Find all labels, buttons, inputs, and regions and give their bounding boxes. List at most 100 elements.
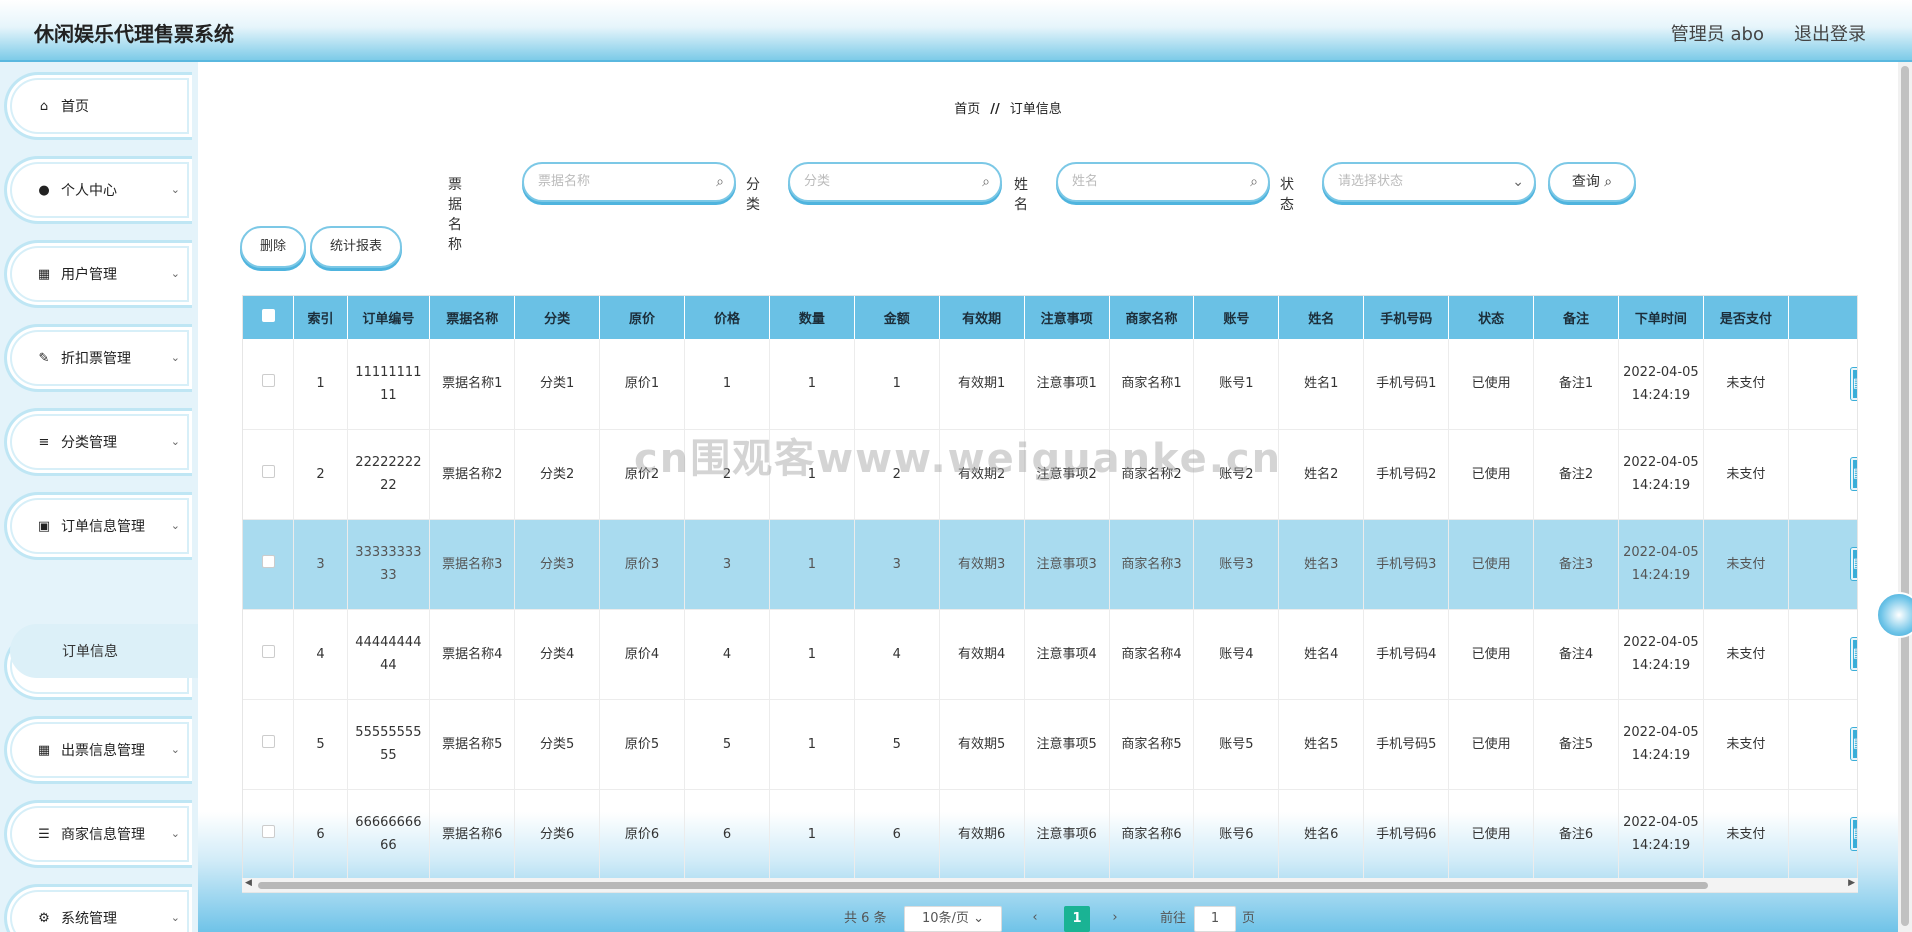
logout-link[interactable]: 退出登录	[1794, 20, 1866, 46]
select-all-checkbox[interactable]	[243, 296, 295, 339]
search-icon: ⌕	[1250, 174, 1258, 190]
search-icon: ⌕	[1604, 174, 1613, 190]
ticket-name-label: 票据名称	[448, 177, 462, 253]
row-checkbox[interactable]	[261, 644, 275, 658]
cell-status: 已使用	[1448, 519, 1535, 610]
sidebar-item-7[interactable]: ▦ 出票信息管理 ⌄	[4, 716, 192, 784]
pin-icon: ✎	[38, 350, 50, 366]
sidebar-item-5[interactable]: ▣ 订单信息管理 ⌄	[4, 492, 192, 560]
chevron-down-icon: ⌄	[170, 267, 180, 280]
cell-price: 6	[684, 789, 770, 880]
cell-account: 账号4	[1193, 609, 1280, 700]
column-header: 价格	[684, 296, 770, 339]
cell-remark: 备注1	[1533, 339, 1619, 430]
page-current[interactable]: 1	[1064, 906, 1090, 932]
sidebar-item-4[interactable]: ≡ 分类管理 ⌄	[4, 408, 192, 476]
row-checkbox-cell[interactable]	[243, 609, 295, 700]
submenu-order-info[interactable]: 订单信息	[10, 624, 198, 678]
sidebar-item-0[interactable]: ⌂ 首页	[4, 72, 192, 140]
chevron-down-icon: ⌄	[1512, 174, 1524, 190]
cell-account: 账号6	[1193, 789, 1280, 880]
cell-name: 姓名4	[1278, 609, 1365, 700]
table-row[interactable]: 5 5555555555 票据名称5 分类5 原价5 5 1 5 有效期5 注意事项5 商家名称5 账…	[243, 699, 1857, 790]
horizontal-scrollbar[interactable]: ◀ ▶	[242, 878, 1858, 892]
column-header: 操作	[1788, 296, 1857, 339]
row-checkbox-cell[interactable]	[243, 429, 295, 520]
cell-merchant: 商家名称5	[1109, 699, 1195, 790]
column-header: 原价	[599, 296, 685, 339]
cell-amount: 1	[854, 339, 940, 430]
cell-note: 注意事项5	[1024, 699, 1110, 790]
detail-button[interactable]: ▤ 详情	[1850, 638, 1857, 670]
detail-button[interactable]: ▤ 详情	[1850, 728, 1857, 760]
column-header: 商家名称	[1109, 296, 1195, 339]
page-size-select[interactable]: 10条/页 ⌄	[904, 906, 1002, 932]
cell-operation: ▤ 详情	[1788, 789, 1857, 880]
scrollbar-thumb[interactable]	[258, 882, 1708, 889]
row-checkbox-cell[interactable]	[243, 339, 295, 430]
sidebar-item-label: 首页	[61, 99, 89, 115]
name-placeholder: 姓名	[1072, 174, 1099, 189]
prev-page-icon[interactable]: ‹	[1022, 906, 1048, 932]
row-checkbox-cell[interactable]	[243, 699, 295, 790]
status-select[interactable]: 请选择状态 ⌄	[1322, 162, 1536, 202]
cell-merchant: 商家名称6	[1109, 789, 1195, 880]
row-checkbox[interactable]	[261, 824, 275, 838]
detail-button[interactable]: ▤ 详情	[1850, 548, 1857, 580]
goto-page-input[interactable]: 1	[1194, 906, 1236, 932]
admin-label: 管理员 abo	[1670, 24, 1764, 45]
row-checkbox[interactable]	[261, 464, 275, 478]
vertical-scrollbar[interactable]	[1898, 62, 1912, 932]
category-input[interactable]: 分类 ⌕	[788, 162, 1002, 202]
cell-idx: 2	[293, 429, 348, 520]
breadcrumb-home[interactable]: 首页	[954, 102, 980, 117]
breadcrumb-current: 订单信息	[1009, 102, 1062, 117]
cell-idx: 5	[293, 699, 348, 790]
cell-valid: 有效期5	[939, 699, 1025, 790]
query-button[interactable]: 查询 ⌕	[1548, 162, 1636, 202]
cell-phone: 手机号码3	[1363, 519, 1450, 610]
table-row[interactable]: 3 3333333333 票据名称3 分类3 原价3 3 1 3 有效期3 注意事项3 商家名称3 账…	[243, 519, 1857, 610]
row-checkbox[interactable]	[261, 374, 275, 388]
sidebar-item-2[interactable]: ▦ 用户管理 ⌄	[4, 240, 192, 308]
table-row[interactable]: 6 6666666666 票据名称6 分类6 原价6 6 1 6 有效期6 注意事项6 商家名称6 账…	[243, 789, 1857, 880]
sidebar-item-1[interactable]: ● 个人中心 ⌄	[4, 156, 192, 224]
row-checkbox-cell[interactable]	[243, 789, 295, 880]
sidebar-item-8[interactable]: ☰ 商家信息管理 ⌄	[4, 800, 192, 868]
row-checkbox-cell[interactable]	[243, 519, 295, 610]
column-header: 索引	[293, 296, 348, 339]
table-row[interactable]: 4 4444444444 票据名称4 分类4 原价4 4 1 4 有效期4 注意事项4 商家名称4 账…	[243, 609, 1857, 700]
sidebar-item-label: 出票信息管理	[61, 743, 145, 759]
delete-button[interactable]: 删除	[240, 226, 306, 268]
column-header: 手机号码	[1363, 296, 1450, 339]
cell-name: 姓名3	[1278, 519, 1365, 610]
checkbox[interactable]	[261, 309, 275, 322]
ticket-name-input[interactable]: 票据名称 ⌕	[522, 162, 736, 202]
row-checkbox[interactable]	[261, 734, 275, 748]
grid-icon: ▦	[37, 742, 51, 758]
column-header: 状态	[1448, 296, 1535, 339]
scroll-left-icon[interactable]: ◀	[245, 878, 252, 888]
cell-time: 2022-04-05 14:24:19	[1618, 789, 1704, 880]
table-row[interactable]: 1 1111111111 票据名称1 分类1 原价1 1 1 1 有效期1 注意事项1 商家名称1 账…	[243, 339, 1857, 430]
cell-name: 姓名1	[1278, 339, 1365, 430]
report-button[interactable]: 统计报表	[310, 226, 402, 268]
detail-button[interactable]: ▤ 详情	[1850, 367, 1857, 400]
page-size-value: 10条/页	[922, 911, 969, 926]
cell-operation: ▤ 详情	[1788, 699, 1857, 790]
name-label: 姓名	[1014, 177, 1028, 213]
name-input[interactable]: 姓名 ⌕	[1056, 162, 1270, 202]
scroll-right-icon[interactable]: ▶	[1848, 878, 1855, 888]
next-page-icon[interactable]: ›	[1102, 906, 1128, 932]
cell-phone: 手机号码4	[1363, 609, 1450, 700]
cell-paid: 未支付	[1703, 339, 1789, 430]
detail-button[interactable]: ▤ 详情	[1850, 818, 1857, 850]
cell-status: 已使用	[1448, 699, 1535, 790]
status-label: 状态	[1280, 177, 1294, 213]
row-checkbox[interactable]	[261, 554, 275, 568]
watermark-text: cn围观客www.weiguanke.cn	[634, 436, 1283, 482]
detail-button[interactable]: ▤ 详情	[1850, 458, 1857, 490]
sidebar-item-3[interactable]: ✎ 折扣票管理 ⌄	[4, 324, 192, 392]
cell-qty: 1	[769, 699, 855, 790]
vertical-scrollbar-thumb[interactable]	[1901, 66, 1909, 926]
